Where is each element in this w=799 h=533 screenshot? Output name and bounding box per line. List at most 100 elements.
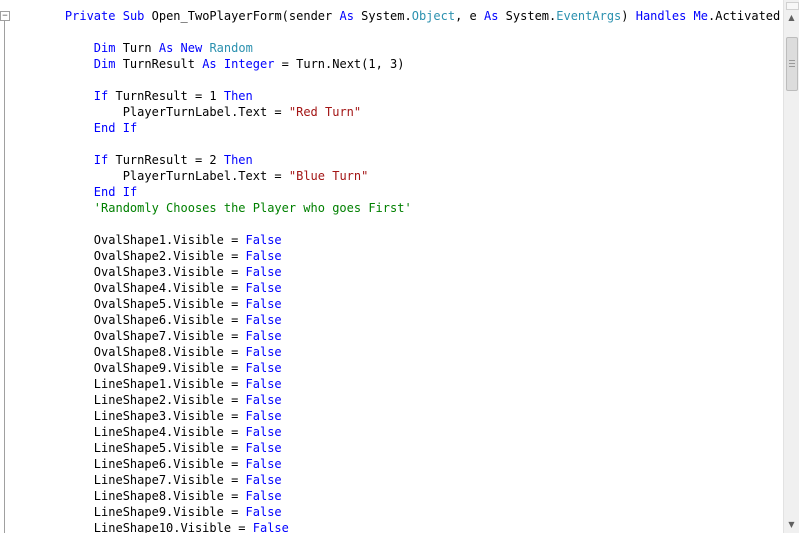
splitter-handle[interactable] [786, 2, 799, 10]
code-line[interactable]: ​ [36, 216, 780, 232]
code-token-plain: PlayerTurnLabel.Text = [36, 105, 289, 119]
collapse-minus-icon[interactable]: − [0, 11, 10, 21]
code-line[interactable]: PlayerTurnLabel.Text = "Blue Turn" [36, 168, 780, 184]
code-line[interactable]: OvalShape7.Visible = False [36, 328, 780, 344]
code-line[interactable]: OvalShape3.Visible = False [36, 264, 780, 280]
code-token-plain: LineShape5.Visible = [36, 441, 246, 455]
code-token-keyword: False [245, 505, 282, 519]
outlining-margin: − [0, 0, 20, 533]
code-token-type: Object [411, 9, 456, 23]
code-line[interactable]: OvalShape9.Visible = False [36, 360, 780, 376]
code-line[interactable]: If TurnResult = 2 Then [36, 152, 780, 168]
code-token-keyword: Integer [223, 57, 275, 71]
code-line[interactable]: OvalShape6.Visible = False [36, 312, 780, 328]
code-token-plain: ) [621, 9, 636, 23]
code-token-keyword: If [93, 153, 109, 167]
code-token-plain: OvalShape2.Visible = [36, 249, 246, 263]
code-token-keyword: False [245, 377, 282, 391]
code-token-plain: OvalShape6.Visible = [36, 313, 246, 327]
code-token-plain: LineShape2.Visible = [36, 393, 246, 407]
code-line[interactable]: LineShape7.Visible = False [36, 472, 780, 488]
code-token-keyword: False [245, 297, 282, 311]
code-line[interactable]: LineShape10.Visible = False [36, 520, 780, 533]
code-line[interactable]: LineShape1.Visible = False [36, 376, 780, 392]
code-token-keyword: False [245, 441, 282, 455]
code-token-keyword: Private [64, 9, 116, 23]
code-token-plain: TurnResult = 1 [108, 89, 224, 103]
code-line[interactable]: OvalShape2.Visible = False [36, 248, 780, 264]
code-token-plain: LineShape4.Visible = [36, 425, 246, 439]
code-line[interactable]: ​ [36, 136, 780, 152]
code-line[interactable]: OvalShape4.Visible = False [36, 280, 780, 296]
code-token-keyword: If [122, 185, 138, 199]
code-token-keyword: False [245, 265, 282, 279]
code-token-keyword: If [93, 89, 109, 103]
code-token-plain: TurnResult = 2 [108, 153, 224, 167]
code-token-plain: PlayerTurnLabel.Text = [36, 169, 289, 183]
code-line[interactable]: PlayerTurnLabel.Text = "Red Turn" [36, 104, 780, 120]
code-token-plain: = Turn.Next(1, 3) [274, 57, 405, 71]
code-token-plain: OvalShape9.Visible = [36, 361, 246, 375]
code-token-plain: LineShape1.Visible = [36, 377, 246, 391]
code-token-keyword: False [245, 361, 282, 375]
code-line[interactable]: Private Sub Open_TwoPlayerForm(sender As… [36, 8, 780, 24]
code-line[interactable]: LineShape9.Visible = False [36, 504, 780, 520]
scroll-up-arrow-icon[interactable]: ▲ [784, 10, 799, 26]
scroll-thumb[interactable] [786, 37, 798, 91]
code-token-plain: LineShape6.Visible = [36, 457, 246, 471]
code-token-plain: OvalShape5.Visible = [36, 297, 246, 311]
code-token-keyword: Sub [122, 9, 145, 23]
code-token-string: "Red Turn" [288, 105, 362, 119]
code-token-keyword: False [245, 281, 282, 295]
grip-icon [789, 60, 795, 68]
code-line[interactable]: End If [36, 184, 780, 200]
code-token-keyword: As [202, 57, 217, 71]
code-line[interactable]: LineShape8.Visible = False [36, 488, 780, 504]
code-line[interactable]: If TurnResult = 1 Then [36, 88, 780, 104]
code-line[interactable]: LineShape5.Visible = False [36, 440, 780, 456]
code-token-keyword: End [93, 185, 116, 199]
code-token-type: EventArgs [556, 9, 622, 23]
code-token-plain: , e [455, 9, 484, 23]
code-token-keyword: False [252, 521, 289, 533]
code-line[interactable]: ​ [36, 72, 780, 88]
code-token-plain: System. [498, 9, 557, 23]
code-line[interactable]: OvalShape5.Visible = False [36, 296, 780, 312]
code-line[interactable]: OvalShape8.Visible = False [36, 344, 780, 360]
code-token-plain: OvalShape4.Visible = [36, 281, 246, 295]
code-line[interactable]: Dim TurnResult As Integer = Turn.Next(1,… [36, 56, 780, 72]
code-token-keyword: False [245, 473, 282, 487]
code-token-plain: .Activated [708, 9, 781, 23]
code-line[interactable]: Dim Turn As New Random [36, 40, 780, 56]
code-line[interactable]: LineShape3.Visible = False [36, 408, 780, 424]
code-token-keyword: False [245, 345, 282, 359]
code-token-keyword: False [245, 329, 282, 343]
code-token-plain: LineShape7.Visible = [36, 473, 246, 487]
code-token-keyword: False [245, 457, 282, 471]
code-editor[interactable]: − Private Sub Open_TwoPlayerForm(sender … [0, 0, 783, 533]
code-line[interactable]: LineShape4.Visible = False [36, 424, 780, 440]
code-token-plain: OvalShape1.Visible = [36, 233, 246, 247]
vertical-scrollbar[interactable]: ▲ ▼ [783, 0, 799, 533]
code-text[interactable]: Private Sub Open_TwoPlayerForm(sender As… [36, 8, 780, 533]
code-line[interactable]: End If [36, 120, 780, 136]
code-token-keyword: False [245, 393, 282, 407]
scroll-down-arrow-icon[interactable]: ▼ [784, 517, 799, 533]
code-line[interactable]: LineShape2.Visible = False [36, 392, 780, 408]
code-token-keyword: False [245, 233, 282, 247]
code-token-plain: Open_TwoPlayerForm(sender [144, 9, 340, 23]
code-line[interactable]: 'Randomly Chooses the Player who goes Fi… [36, 200, 780, 216]
code-line[interactable]: LineShape6.Visible = False [36, 456, 780, 472]
code-line[interactable]: OvalShape1.Visible = False [36, 232, 780, 248]
code-token-keyword: False [245, 249, 282, 263]
code-line[interactable]: ​ [36, 24, 780, 40]
code-token-keyword: Then [223, 153, 253, 167]
